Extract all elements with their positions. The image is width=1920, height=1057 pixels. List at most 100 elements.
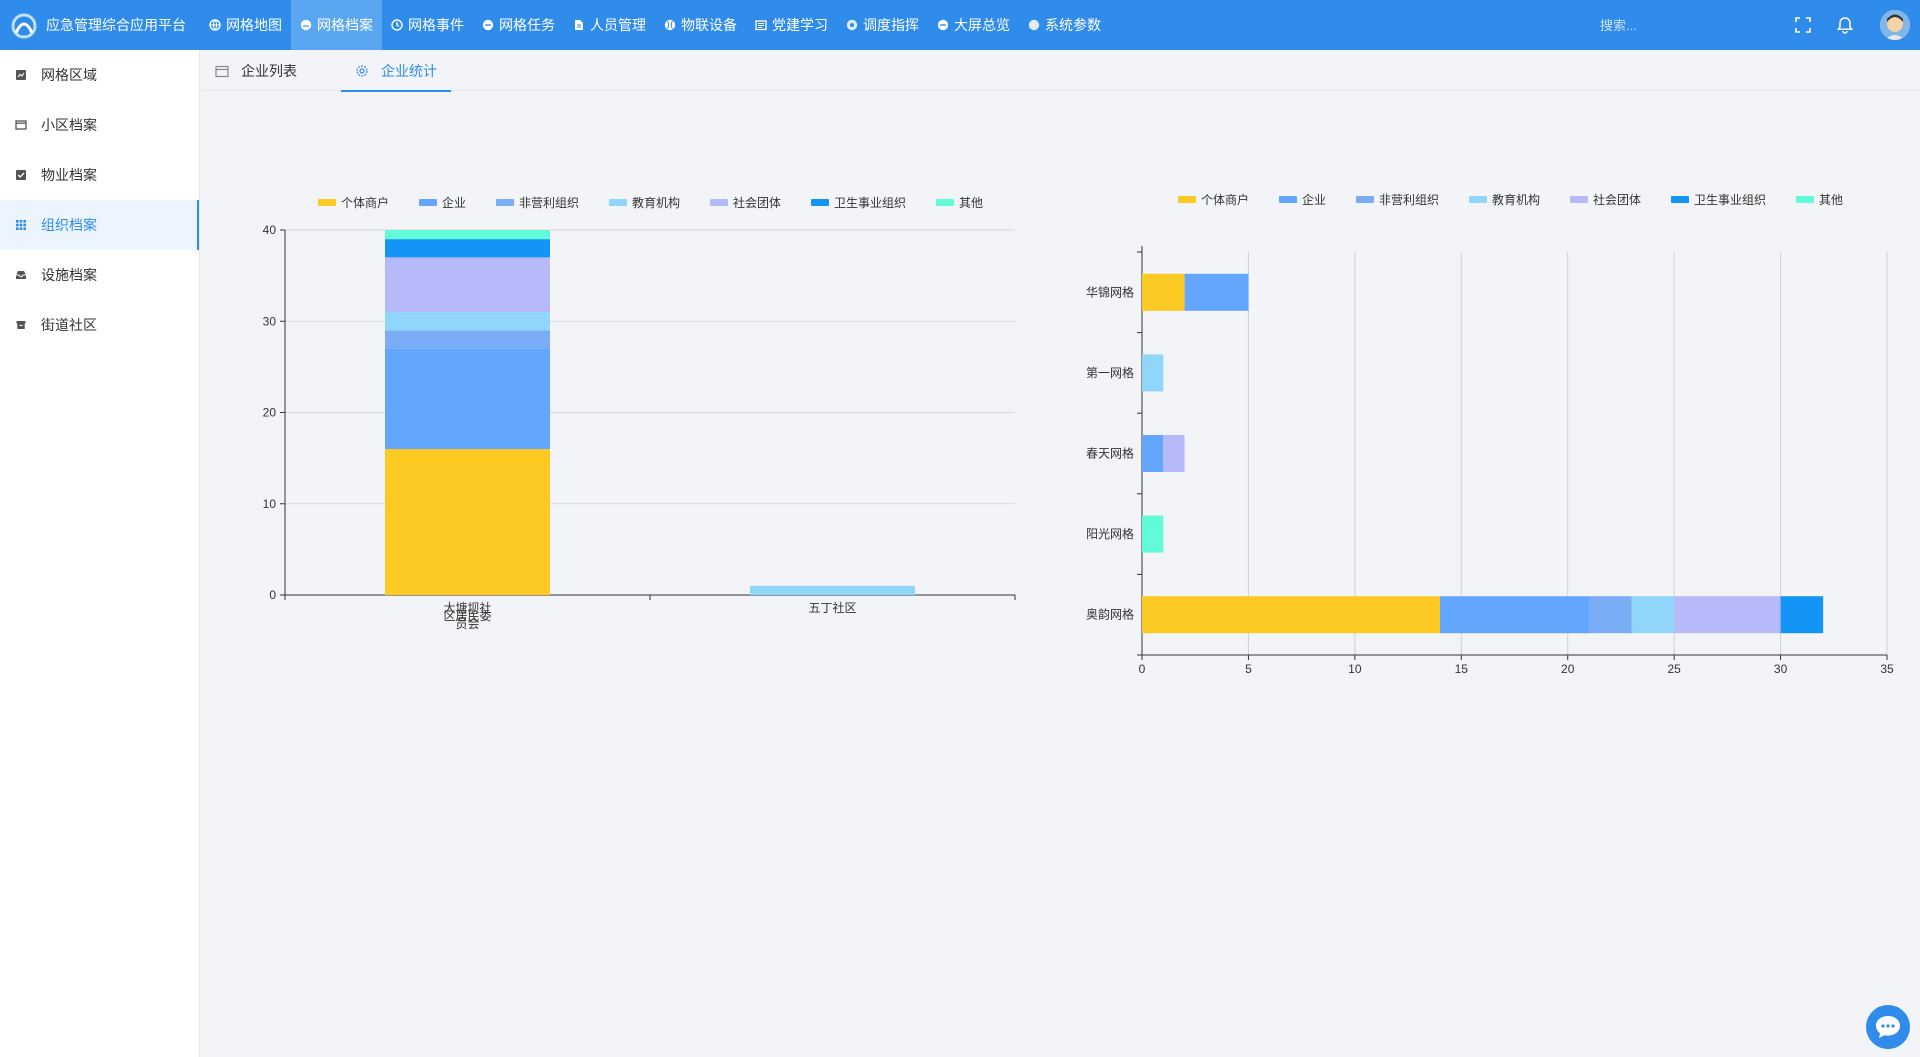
sidebar-item-4[interactable]: 设施档案	[0, 250, 199, 300]
org-by-community-chart: 个体商户 企业 非营利组织 教育机构 社会团体 卫生事业组织 其他 0 10 20 30 40 大塘坝社…	[240, 185, 1040, 645]
legend-label[interactable]: 教育机构	[632, 195, 680, 210]
y-tick-label: 10	[263, 497, 277, 511]
bar-segment[interactable]	[385, 239, 550, 258]
avatar[interactable]	[1880, 10, 1910, 40]
bar-segment[interactable]	[385, 230, 550, 240]
legend-swatch[interactable]	[710, 199, 728, 206]
legend-swatch[interactable]	[1796, 196, 1814, 203]
bar-segment[interactable]	[1142, 354, 1164, 392]
legend-swatch[interactable]	[1671, 196, 1689, 203]
nav-item-label: 网格档案	[317, 17, 373, 33]
bar-segment[interactable]	[385, 348, 550, 449]
nav-item-1[interactable]: 网格档案	[291, 0, 382, 50]
bar-segment[interactable]	[385, 330, 550, 349]
legend-label[interactable]: 非营利组织	[1379, 193, 1439, 207]
minus-circle-icon	[937, 19, 949, 31]
top-navbar: 应急管理综合应用平台 网格地图 网格档案 网格事件 网格任务 人员管理 物联设备 党建学习 调…	[0, 0, 1920, 50]
x-tick-label: 0	[1139, 662, 1146, 676]
search-box[interactable]	[1600, 0, 1760, 50]
nav-item-label: 调度指挥	[863, 17, 919, 33]
nav-item-4[interactable]: 人员管理	[564, 0, 655, 50]
legend-swatch[interactable]	[419, 199, 437, 206]
sidebar-item-label: 组织档案	[41, 217, 97, 233]
chart-box-icon	[15, 69, 27, 81]
sidebar-item-3[interactable]: 组织档案	[0, 200, 199, 250]
clock-icon	[391, 19, 403, 31]
legend-swatch[interactable]	[1178, 196, 1196, 203]
tab-1[interactable]: 企业统计	[341, 50, 451, 92]
x-tick-label: 30	[1774, 662, 1788, 676]
nav-item-label: 人员管理	[590, 17, 646, 33]
legend-swatch[interactable]	[496, 199, 514, 206]
legend-swatch[interactable]	[1469, 196, 1487, 203]
bar-segment[interactable]	[1631, 596, 1675, 634]
bar-segment[interactable]	[385, 449, 550, 595]
fullscreen-icon[interactable]	[1793, 15, 1813, 35]
legend-label[interactable]: 其他	[959, 196, 983, 210]
bar-segment[interactable]	[1142, 273, 1185, 311]
bar-segment[interactable]	[1440, 596, 1589, 634]
legend-swatch[interactable]	[1570, 196, 1588, 203]
x-tick-label: 25	[1667, 662, 1681, 676]
bar-segment[interactable]	[385, 257, 550, 313]
compass-icon	[846, 19, 858, 31]
legend-swatch[interactable]	[811, 199, 829, 206]
bar-segment[interactable]	[1142, 515, 1164, 553]
bar-segment[interactable]	[1674, 596, 1781, 634]
sidebar-item-1[interactable]: 小区档案	[0, 100, 199, 150]
legend-label[interactable]: 个体商户	[341, 195, 389, 210]
y-tick-label: 第一网格	[1086, 365, 1134, 380]
sidebar-item-2[interactable]: 物业档案	[0, 150, 199, 200]
bar-segment[interactable]	[1780, 596, 1824, 634]
legend-swatch[interactable]	[609, 199, 627, 206]
folder-cloud-icon	[300, 19, 312, 31]
book-icon	[755, 19, 767, 31]
nav-item-7[interactable]: 调度指挥	[837, 0, 928, 50]
x-tick-label: 35	[1880, 662, 1894, 676]
nav-item-2[interactable]: 网格事件	[382, 0, 473, 50]
chat-button[interactable]	[1866, 1005, 1910, 1049]
legend-label[interactable]: 企业	[1302, 192, 1326, 207]
sidebar-item-0[interactable]: 网格区域	[0, 50, 199, 100]
nav-item-5[interactable]: 物联设备	[655, 0, 746, 50]
tab-0[interactable]: 企业列表	[201, 50, 311, 91]
legend-label[interactable]: 教育机构	[1492, 192, 1540, 207]
legend-label[interactable]: 企业	[442, 195, 466, 210]
legend-label[interactable]: 其他	[1819, 193, 1843, 207]
chat-bubble-icon	[1876, 1016, 1900, 1038]
tab-label: 企业统计	[381, 62, 437, 79]
nav-item-0[interactable]: 网格地图	[200, 0, 291, 50]
legend-label[interactable]: 社会团体	[733, 195, 781, 210]
legend-swatch[interactable]	[1356, 196, 1374, 203]
legend-label[interactable]: 个体商户	[1201, 192, 1249, 207]
x-tick-label: 大塘坝社区居民委员会	[443, 600, 491, 631]
legend-swatch[interactable]	[318, 199, 336, 206]
y-tick-label: 春天网格	[1086, 446, 1134, 461]
user-avatar-icon	[1880, 10, 1910, 40]
brand[interactable]: 应急管理综合应用平台	[0, 0, 200, 50]
nav-item-8[interactable]: 大屏总览	[928, 0, 1019, 50]
nav-item-3[interactable]: 网格任务	[473, 0, 564, 50]
bell-icon[interactable]	[1835, 15, 1855, 35]
dot-circle-icon	[1028, 19, 1040, 31]
bar-segment[interactable]	[1142, 435, 1164, 472]
bar-segment[interactable]	[1184, 273, 1249, 311]
legend-swatch[interactable]	[936, 199, 954, 206]
sidebar-item-5[interactable]: 街道社区	[0, 300, 199, 350]
search-input[interactable]	[1600, 17, 1750, 33]
legend-label[interactable]: 卫生事业组织	[834, 196, 906, 210]
bar-segment[interactable]	[1142, 596, 1440, 634]
bar-segment[interactable]	[1163, 435, 1185, 472]
legend-label[interactable]: 非营利组织	[519, 196, 579, 210]
nav-item-6[interactable]: 党建学习	[746, 0, 837, 50]
nav-item-9[interactable]: 系统参数	[1019, 0, 1110, 50]
bar-segment[interactable]	[750, 585, 915, 595]
legend-label[interactable]: 卫生事业组织	[1694, 193, 1766, 207]
bar-segment[interactable]	[385, 312, 550, 331]
legend-label[interactable]: 社会团体	[1593, 192, 1641, 207]
y-tick-label: 阳光网格	[1086, 526, 1134, 541]
legend-swatch[interactable]	[1279, 196, 1297, 203]
bar-segment[interactable]	[1589, 596, 1632, 634]
nav-item-label: 网格事件	[408, 17, 464, 33]
gear-icon	[355, 64, 369, 78]
